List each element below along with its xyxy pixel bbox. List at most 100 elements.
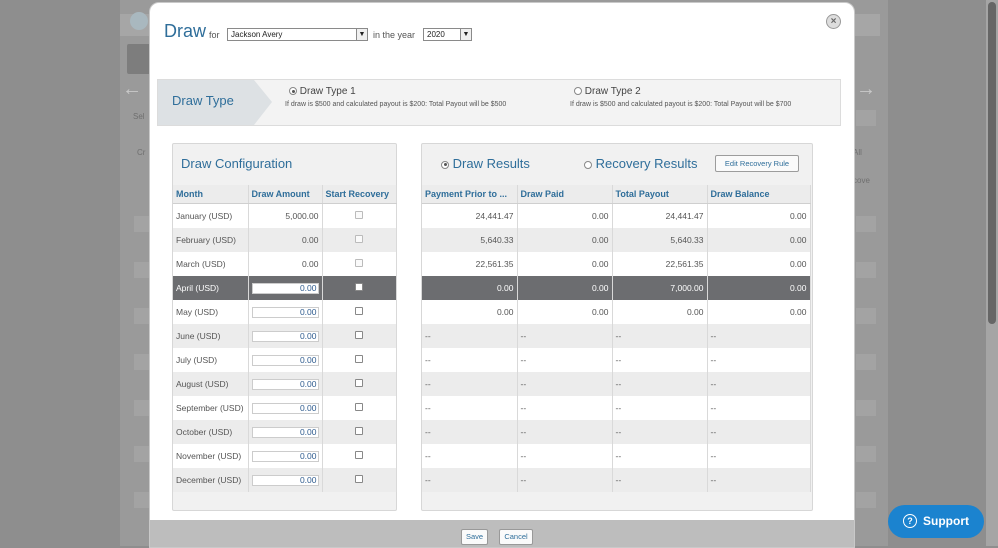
start-recovery-checkbox[interactable]: [355, 379, 363, 387]
start-recovery-cell: [322, 300, 397, 324]
payment-prior-cell: --: [422, 468, 518, 492]
background-element: [856, 354, 876, 370]
table-row: -- -- -- --: [422, 348, 811, 372]
table-row: -- -- -- --: [422, 372, 811, 396]
table-row: -- -- -- --: [422, 420, 811, 444]
draw-type-arrow: [254, 80, 272, 125]
cancel-button[interactable]: Cancel: [499, 529, 533, 545]
start-recovery-checkbox: [355, 259, 363, 267]
total-payout-cell: 0.00: [612, 300, 708, 324]
draw-paid-cell: --: [517, 468, 613, 492]
chevron-down-icon: ▼: [460, 29, 471, 40]
start-recovery-cell: [322, 324, 397, 348]
draw-amount-input[interactable]: 0.00: [251, 330, 319, 342]
radio-selected-icon[interactable]: [289, 87, 297, 96]
radio-icon[interactable]: [574, 87, 582, 96]
table-row[interactable]: June (USD) 0.00: [173, 324, 397, 348]
radio-icon[interactable]: [584, 160, 592, 169]
background-text: cove: [853, 176, 870, 185]
table-row: -- -- -- --: [422, 324, 811, 348]
payment-prior-cell: --: [422, 444, 518, 468]
scrollbar-thumb[interactable]: [988, 2, 996, 324]
modal-header: Draw for Jackson Avery ▼ in the year 202…: [150, 3, 854, 73]
table-row[interactable]: January (USD) 5,000.00: [173, 203, 397, 228]
tab-draw-results[interactable]: Draw Results: [441, 156, 530, 171]
person-select-value: Jackson Avery: [231, 30, 283, 39]
draw-amount-input[interactable]: 0.00: [251, 426, 319, 438]
column-header-draw-paid[interactable]: Draw Paid: [517, 185, 613, 204]
month-cell: May (USD): [173, 300, 249, 324]
tab-recovery-results[interactable]: Recovery Results: [584, 156, 698, 171]
draw-configuration-title: Draw Configuration: [181, 156, 293, 171]
draw-balance-cell: --: [707, 420, 811, 444]
table-row[interactable]: November (USD) 0.00: [173, 444, 397, 468]
table-row: -- -- -- --: [422, 396, 811, 420]
draw-amount-cell[interactable]: 0.00: [248, 396, 323, 420]
draw-amount-cell[interactable]: 0.00: [248, 420, 323, 444]
draw-amount-cell[interactable]: 0.00: [248, 444, 323, 468]
radio-selected-icon[interactable]: [441, 160, 449, 169]
table-row[interactable]: October (USD) 0.00: [173, 420, 397, 444]
draw-amount-input[interactable]: 0.00: [251, 474, 319, 486]
table-row[interactable]: February (USD) 0.00: [173, 228, 397, 252]
draw-balance-cell: 0.00: [707, 228, 811, 252]
column-header-month[interactable]: Month: [173, 185, 249, 204]
table-row[interactable]: July (USD) 0.00: [173, 348, 397, 372]
draw-paid-cell: 0.00: [517, 203, 613, 228]
person-select[interactable]: Jackson Avery ▼: [227, 28, 368, 41]
support-button[interactable]: ? Support: [888, 505, 984, 538]
table-row[interactable]: May (USD) 0.00: [173, 300, 397, 324]
year-select[interactable]: 2020 ▼: [423, 28, 472, 41]
column-header-draw-amount[interactable]: Draw Amount: [248, 185, 323, 204]
edit-recovery-rule-button[interactable]: Edit Recovery Rule: [715, 155, 799, 172]
total-payout-cell: --: [612, 324, 708, 348]
start-recovery-checkbox[interactable]: [355, 403, 363, 411]
table-row[interactable]: September (USD) 0.00: [173, 396, 397, 420]
start-recovery-checkbox[interactable]: [355, 283, 363, 291]
start-recovery-checkbox[interactable]: [355, 451, 363, 459]
table-row[interactable]: August (USD) 0.00: [173, 372, 397, 396]
start-recovery-checkbox[interactable]: [355, 331, 363, 339]
background-element: [856, 216, 876, 232]
table-row[interactable]: December (USD) 0.00: [173, 468, 397, 492]
year-label: in the year: [373, 30, 416, 40]
table-row[interactable]: March (USD) 0.00: [173, 252, 397, 276]
draw-type-2-option[interactable]: Draw Type 2: [574, 86, 641, 97]
close-icon[interactable]: ×: [826, 14, 841, 29]
draw-amount-cell[interactable]: 0.00: [248, 372, 323, 396]
start-recovery-checkbox[interactable]: [355, 427, 363, 435]
table-row[interactable]: April (USD) 0.00: [173, 276, 397, 300]
draw-amount-cell[interactable]: 0.00: [248, 276, 323, 300]
draw-type-1-option[interactable]: Draw Type 1: [289, 86, 356, 97]
draw-amount-input[interactable]: 0.00: [251, 378, 319, 390]
start-recovery-cell: [322, 276, 397, 300]
column-header-total-payout[interactable]: Total Payout: [612, 185, 708, 204]
column-header-payment-prior[interactable]: Payment Prior to ...: [422, 185, 518, 204]
background-element: [856, 308, 876, 324]
draw-amount-cell[interactable]: 0.00: [248, 324, 323, 348]
month-cell: July (USD): [173, 348, 249, 372]
table-row: 24,441.47 0.00 24,441.47 0.00: [422, 203, 811, 228]
page-scrollbar[interactable]: [986, 0, 998, 546]
draw-amount-cell[interactable]: 0.00: [248, 348, 323, 372]
total-payout-cell: 22,561.35: [612, 252, 708, 276]
table-row: 0.00 0.00 0.00 0.00: [422, 300, 811, 324]
draw-amount-cell[interactable]: 0.00: [248, 300, 323, 324]
draw-amount-cell[interactable]: 0.00: [248, 468, 323, 492]
draw-amount-input[interactable]: 0.00: [251, 402, 319, 414]
total-payout-cell: --: [612, 348, 708, 372]
start-recovery-cell: [322, 228, 397, 252]
save-button[interactable]: Save: [461, 529, 488, 545]
column-header-draw-balance[interactable]: Draw Balance: [707, 185, 811, 204]
start-recovery-checkbox[interactable]: [355, 475, 363, 483]
draw-amount-input[interactable]: 0.00: [251, 306, 319, 318]
draw-balance-cell: 0.00: [707, 276, 811, 300]
background-logo-icon: [130, 12, 148, 30]
start-recovery-checkbox[interactable]: [355, 355, 363, 363]
draw-amount-cell: 0.00: [248, 228, 323, 252]
column-header-start-recovery[interactable]: Start Recovery: [322, 185, 397, 204]
draw-amount-input[interactable]: 0.00: [251, 450, 319, 462]
draw-amount-input[interactable]: 0.00: [251, 282, 319, 294]
draw-amount-input[interactable]: 0.00: [251, 354, 319, 366]
start-recovery-checkbox[interactable]: [355, 307, 363, 315]
